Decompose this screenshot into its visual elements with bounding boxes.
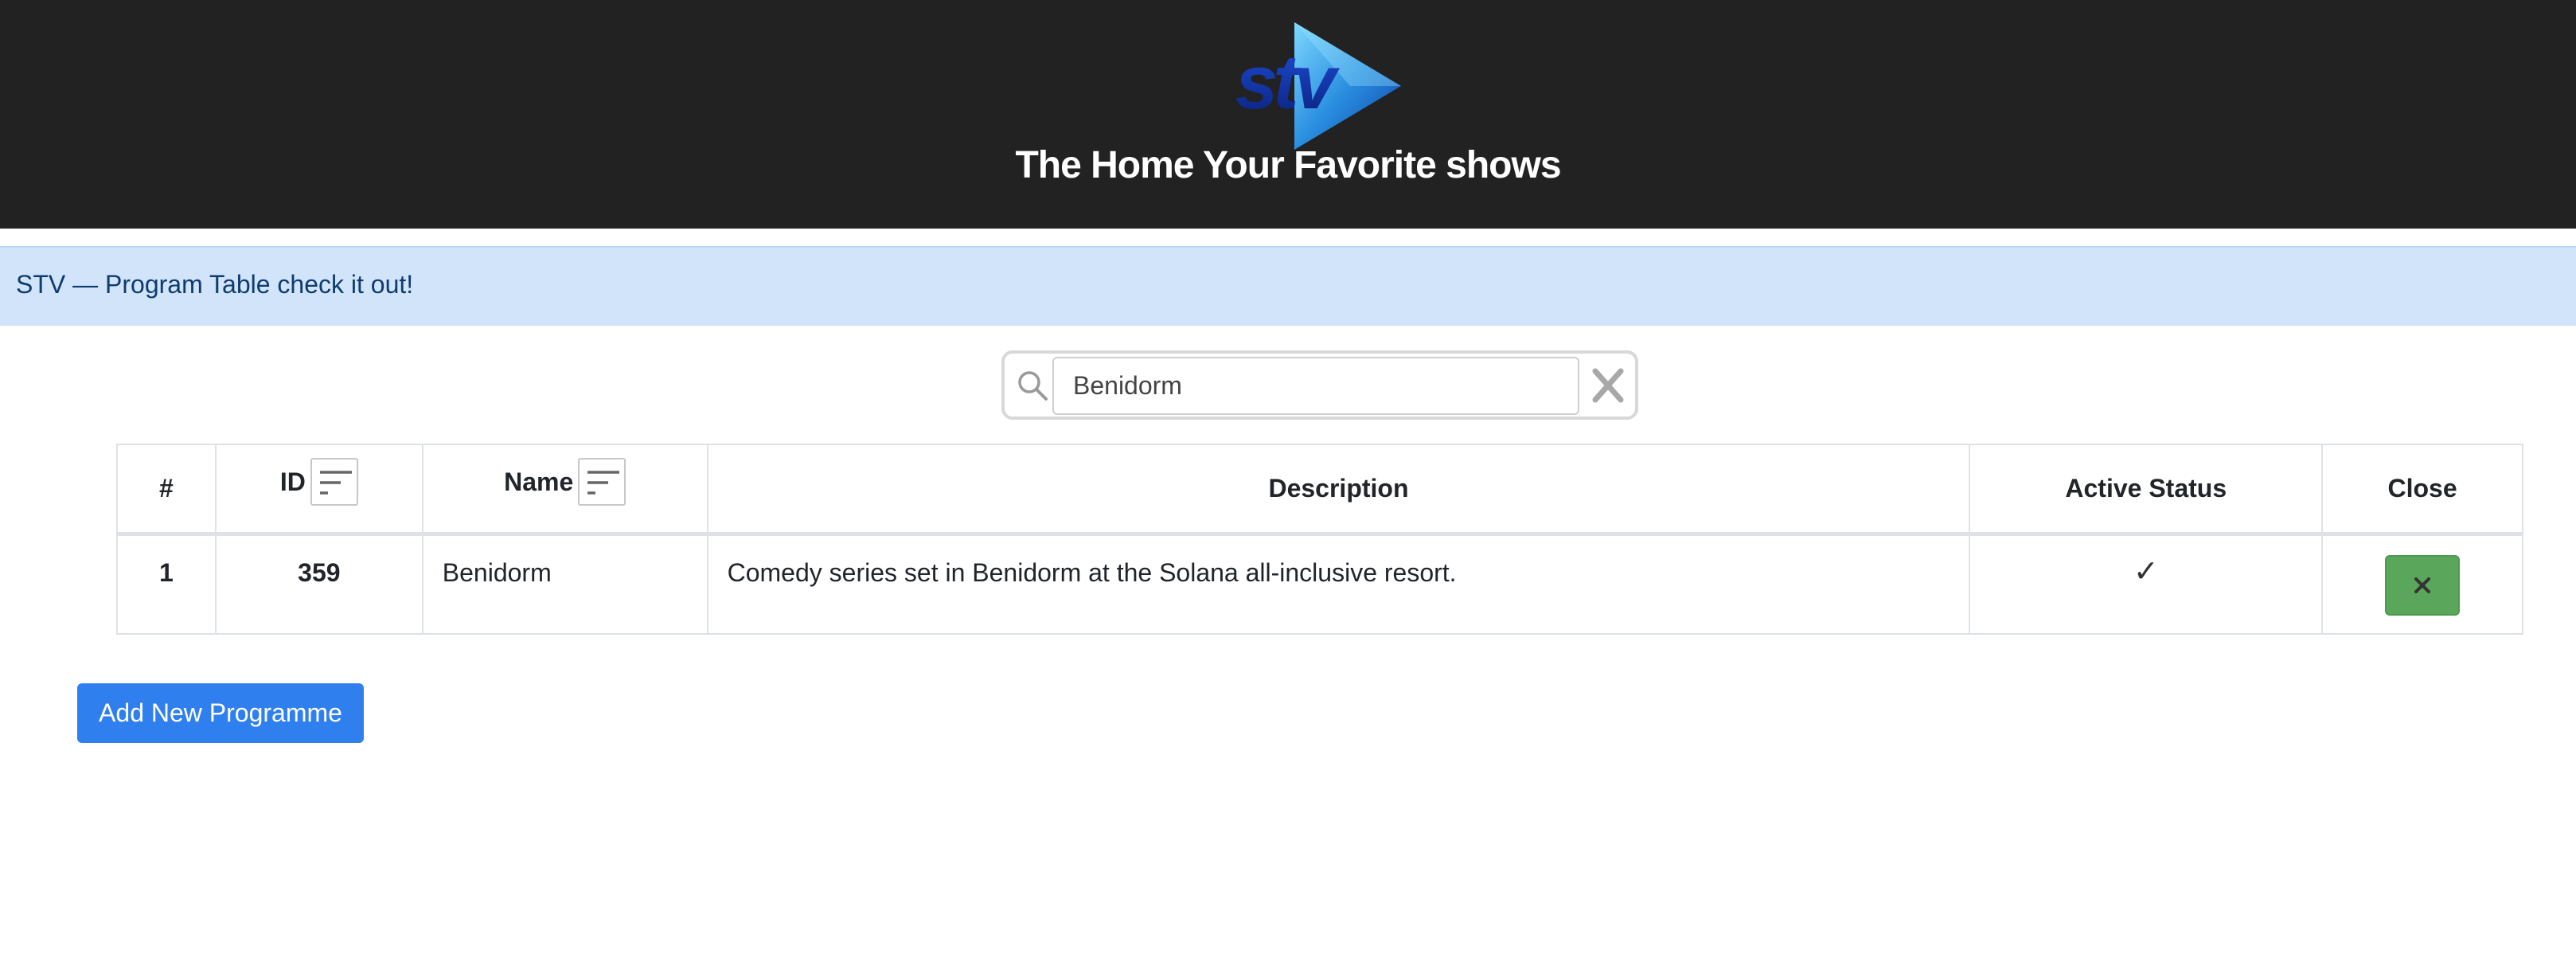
- column-header-description: Description: [706, 444, 1971, 536]
- sort-id-button[interactable]: [310, 458, 358, 507]
- close-row-button[interactable]: [2385, 554, 2461, 616]
- cell-id: 359: [214, 533, 423, 635]
- programme-table: # ID Name Description Active Status Clos…: [116, 444, 2523, 635]
- column-header-id-label: ID: [279, 467, 306, 496]
- close-icon[interactable]: [1589, 366, 1627, 405]
- search-input[interactable]: [1052, 357, 1579, 415]
- close-icon: [2414, 577, 2431, 593]
- stv-logo: stv: [1235, 22, 1401, 150]
- column-header-name-label: Name: [504, 467, 574, 496]
- cell-number: 1: [116, 533, 217, 635]
- sort-icon: [587, 471, 620, 495]
- info-banner: STV — Program Table check it out!: [0, 246, 2576, 326]
- cell-close: [2321, 533, 2523, 635]
- column-header-active-status: Active Status: [1969, 444, 2324, 536]
- check-icon: ✓: [2133, 554, 2159, 589]
- table-row: 1 359 Benidorm Comedy series set in Beni…: [116, 533, 2523, 635]
- svg-text:stv: stv: [1235, 40, 1340, 125]
- column-header-number: #: [116, 444, 217, 536]
- cell-description: Comedy series set in Benidorm at the Sol…: [706, 533, 1971, 635]
- banner-text: STV — Program Table check it out!: [16, 270, 414, 299]
- table-header-row: # ID Name Description Active Status Clos…: [116, 444, 2523, 536]
- column-header-id: ID: [214, 444, 423, 536]
- site-header: stv The Home Your Favorite shows: [0, 0, 2576, 229]
- search-icon: [1018, 371, 1048, 401]
- search-box: [1001, 350, 1638, 420]
- column-header-name: Name: [421, 444, 708, 536]
- column-header-close: Close: [2321, 444, 2523, 536]
- cell-name: Benidorm: [421, 533, 708, 635]
- cell-active-status: ✓: [1969, 533, 2324, 635]
- header-tagline: The Home Your Favorite shows: [1015, 144, 1561, 186]
- add-programme-button[interactable]: Add New Programme: [77, 683, 364, 743]
- sort-name-button[interactable]: [578, 458, 626, 507]
- sort-icon: [319, 471, 352, 495]
